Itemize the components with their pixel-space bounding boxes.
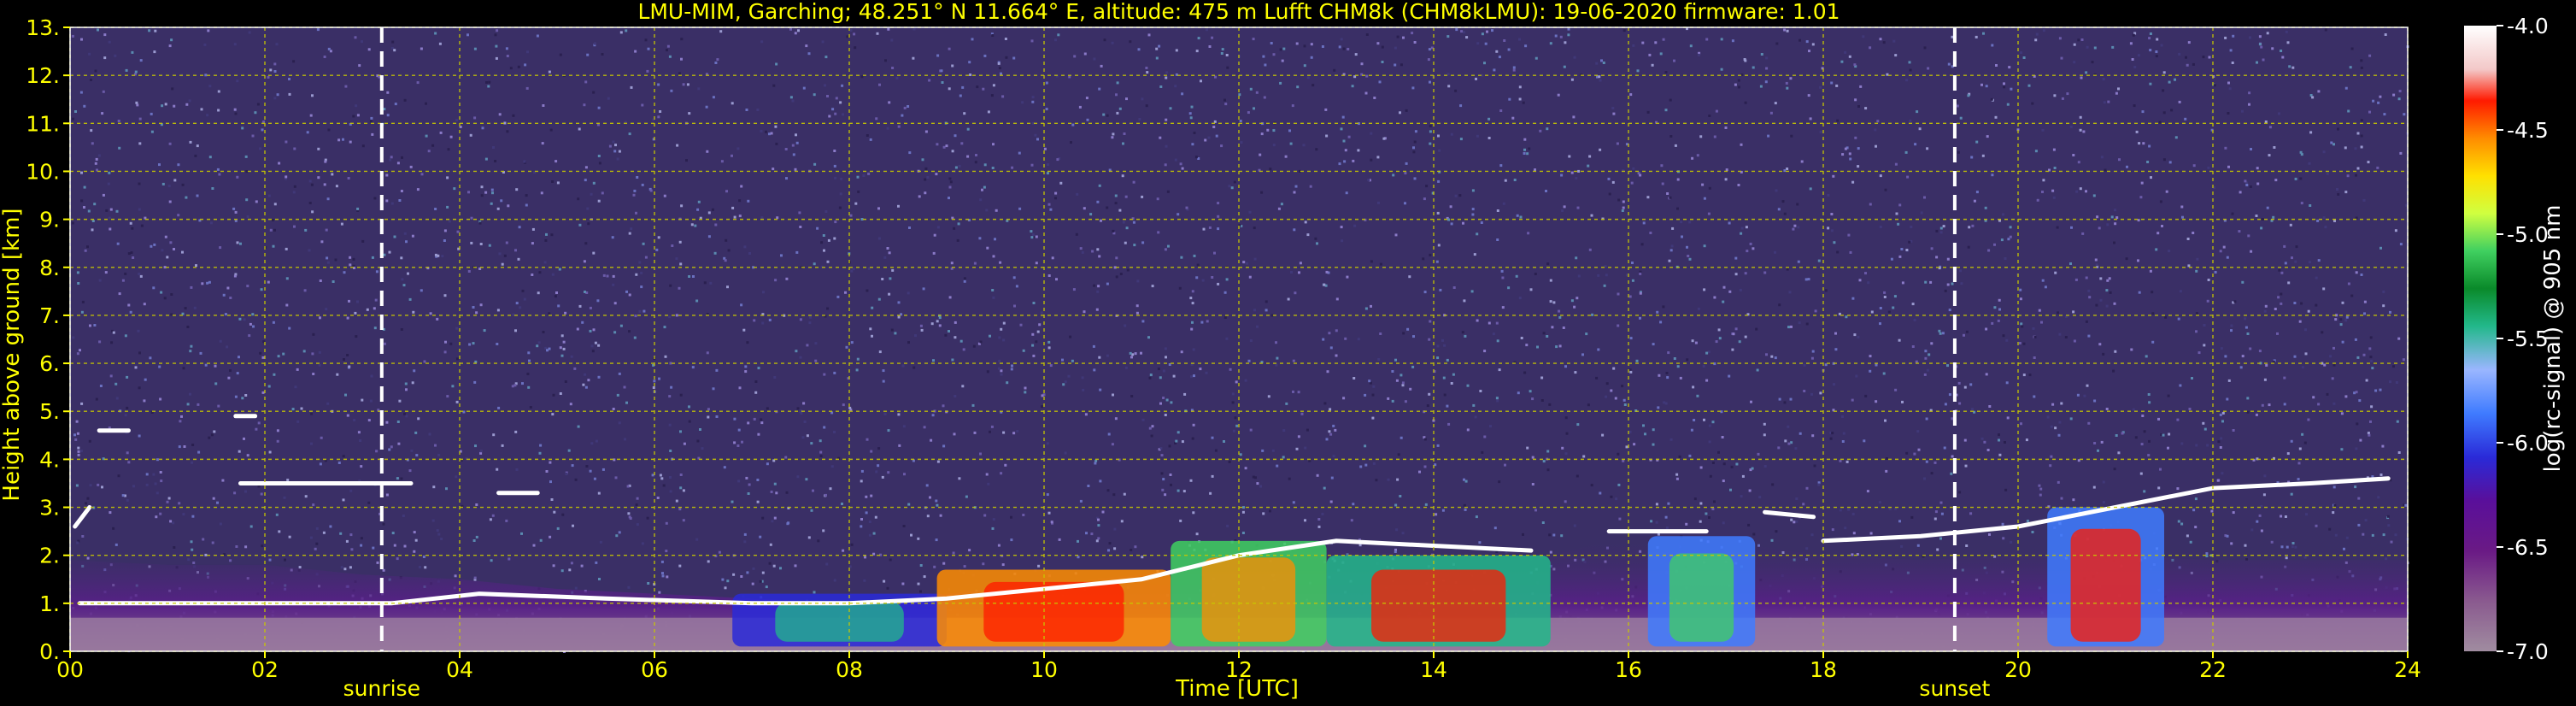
y-tick-label: 0. xyxy=(39,639,60,664)
y-tick-label: 10. xyxy=(26,159,60,184)
x-tick-label: 10 xyxy=(1030,657,1058,682)
colorbar-scale xyxy=(2464,26,2497,651)
colorbar-tick-label: -4.0 xyxy=(2507,14,2549,38)
y-tick-label: 12. xyxy=(26,63,60,88)
x-tick-label: 22 xyxy=(2199,657,2227,682)
ceilometer-chart: sunrise sunset 00 02 04 06 08 10 12 14 16 18 20 22 24… xyxy=(0,0,2566,702)
colorbar: -4.0-4.5-5.0-5.5-6.0-6.5-7.0 log(rc-sign… xyxy=(2464,14,2566,664)
y-tick-label: 6. xyxy=(39,351,60,376)
x-tick-label: 20 xyxy=(2004,657,2032,682)
plume-core-5 xyxy=(2070,528,2141,642)
y-tick-label: 4. xyxy=(39,447,60,472)
x-tick-label: 00 xyxy=(56,657,84,682)
x-tick-label: 02 xyxy=(251,657,279,682)
chart-title: LMU-MIM, Garching; 48.251° N 11.664° E, … xyxy=(637,0,1840,24)
x-tick-label: 16 xyxy=(1615,657,1642,682)
y-tick-label: 13. xyxy=(26,15,60,40)
sunset-label: sunset xyxy=(1919,676,1990,701)
x-tick-label: 14 xyxy=(1420,657,1447,682)
colorbar-label: log(rc-signal) @ 905 nm xyxy=(2540,205,2566,473)
y-tick-label: 3. xyxy=(39,496,60,521)
y-tick-label: 7. xyxy=(39,303,60,328)
y-tick-label: 2. xyxy=(39,544,60,568)
colorbar-tick-label: -4.5 xyxy=(2507,118,2549,143)
y-tick-label: 9. xyxy=(39,208,60,232)
x-axis-label: Time [UTC] xyxy=(1175,676,1299,702)
plume-core-2 xyxy=(1201,557,1296,642)
x-tick-label: 04 xyxy=(446,657,473,682)
x-tick-label: 24 xyxy=(2394,657,2421,682)
y-tick-label: 5. xyxy=(39,399,60,424)
y-tick-label: 8. xyxy=(39,256,60,280)
plume-core-4 xyxy=(1669,553,1734,642)
colorbar-tick-label: -6.5 xyxy=(2507,535,2549,560)
y-tick-label: 11. xyxy=(26,111,60,136)
sunrise-label: sunrise xyxy=(343,676,420,701)
y-tick-label: 1. xyxy=(39,591,60,616)
x-tick-label: 06 xyxy=(641,657,668,682)
plume-core-3 xyxy=(1371,569,1506,642)
x-tick-label: 18 xyxy=(1810,657,1837,682)
plume-core-0 xyxy=(775,602,904,642)
y-axis-label: Height above ground [km] xyxy=(0,208,25,501)
colorbar-tick-label: -7.0 xyxy=(2507,639,2549,664)
x-tick-label: 08 xyxy=(836,657,863,682)
